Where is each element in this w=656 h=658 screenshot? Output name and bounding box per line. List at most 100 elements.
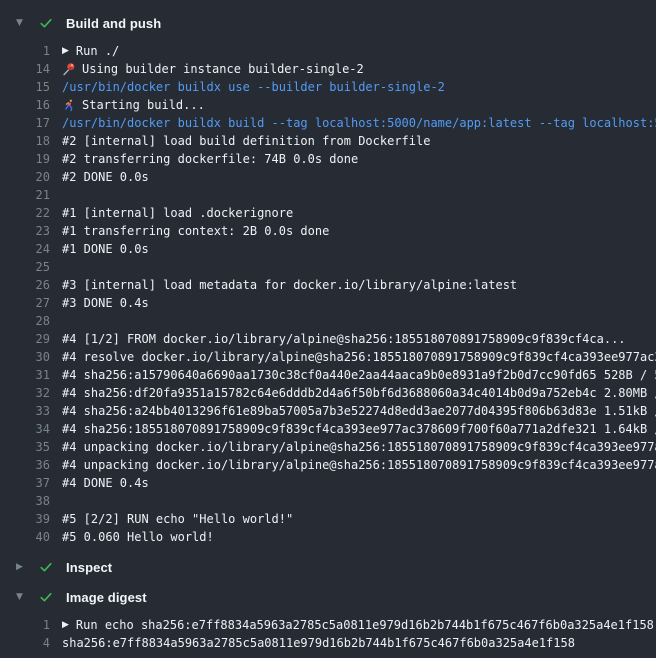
line-content: #2 DONE 0.0s (62, 168, 149, 186)
runner-icon (62, 98, 76, 112)
line-number[interactable]: 31 (0, 366, 50, 384)
line-number[interactable]: 34 (0, 420, 50, 438)
line-content: #4 sha256:a24bb4013296f61e89ba57005a7b3e… (62, 402, 656, 420)
line-number[interactable]: 4 (0, 634, 50, 652)
line-content: #5 0.060 Hello world! (62, 528, 214, 546)
chevron-right-icon[interactable]: ▶ (16, 563, 30, 572)
line-number[interactable]: 1 (0, 42, 50, 60)
line-content: #3 DONE 0.4s (62, 294, 149, 312)
line-number[interactable]: 36 (0, 456, 50, 474)
log-line: 29 #4 [1/2] FROM docker.io/library/alpine… (0, 330, 656, 348)
line-text: #4 sha256:a24bb4013296f61e89ba57005a7b3e… (62, 402, 656, 420)
line-text: Run ./ (76, 42, 119, 60)
expand-group-icon[interactable]: ▶ (62, 621, 69, 630)
line-number[interactable]: 14 (0, 60, 50, 78)
line-number[interactable]: 22 (0, 204, 50, 222)
chevron-down-icon[interactable]: ▼ (16, 593, 30, 602)
log-line: 1 ▶ Run echo sha256:e7ff8834a5963a2785c5a0… (0, 616, 656, 634)
line-number[interactable]: 23 (0, 222, 50, 240)
line-content: #4 sha256:185518070891758909c9f839cf4ca3… (62, 420, 656, 438)
line-content: #4 unpacking docker.io/library/alpine@sh… (62, 456, 656, 474)
line-number[interactable]: 32 (0, 384, 50, 402)
line-number[interactable]: 29 (0, 330, 50, 348)
log-line: 37 #4 DONE 0.4s (0, 474, 656, 492)
line-content: #4 sha256:a15790640a6690aa1730c38cf0a440… (62, 366, 656, 384)
line-number[interactable]: 28 (0, 312, 50, 330)
line-number[interactable]: 16 (0, 96, 50, 114)
line-number[interactable]: 30 (0, 348, 50, 366)
log-section-inspect: ▶Inspect (0, 552, 656, 582)
line-number[interactable]: 19 (0, 150, 50, 168)
line-content: Using builder instance builder-single-2 (62, 60, 364, 78)
line-number[interactable]: 33 (0, 402, 50, 420)
line-content: #4 DONE 0.4s (62, 474, 149, 492)
log-line: 36 #4 unpacking docker.io/library/alpine@… (0, 456, 656, 474)
workflow-log-viewer: ▼Build and push1▶Run ./14Using builder i… (0, 0, 656, 658)
line-text: #2 [internal] load build definition from… (62, 132, 430, 150)
line-number[interactable]: 20 (0, 168, 50, 186)
line-text: #3 DONE 0.4s (62, 294, 149, 312)
line-number[interactable]: 39 (0, 510, 50, 528)
chevron-down-icon[interactable]: ▼ (16, 19, 30, 28)
line-content: ▶ Run ./ (62, 42, 119, 60)
log-line: 35#4 unpacking docker.io/library/alpine@… (0, 438, 656, 456)
success-check-icon (38, 559, 54, 575)
line-text: #3 [internal] load metadata for docker.i… (62, 276, 517, 294)
line-number[interactable]: 21 (0, 186, 50, 204)
line-content: #3 [internal] load metadata for docker.i… (62, 276, 517, 294)
success-check-icon (38, 589, 54, 605)
line-text: #4 [1/2] FROM docker.io/library/alpine@s… (62, 330, 626, 348)
section-lines: 1 ▶ Run ./ 14 Using builder instance builder… (0, 38, 656, 552)
log-line: 32#4 sha256:df20fa9351a15782c64e6dddb2d4… (0, 384, 656, 402)
log-line: 34 #4 sha256:185518070891758909c9f839cf4c… (0, 420, 656, 438)
line-number[interactable]: 37 (0, 474, 50, 492)
log-line: 30 #4 resolve docker.io/library/alpine@sh… (0, 348, 656, 366)
log-line: 14 Using builder instance builder-single-… (0, 60, 656, 78)
line-number[interactable]: 38 (0, 492, 50, 510)
log-line: 1 ▶ Run ./ (0, 42, 656, 60)
log-line: 17/usr/bin/docker buildx build --tag loc… (0, 114, 656, 132)
line-content: #1 [internal] load .dockerignore (62, 204, 293, 222)
log-section-build-and-push: ▼ Build and push 1 ▶ Run ./ 14 Using builder i… (0, 8, 656, 552)
line-number[interactable]: 1 (0, 616, 50, 634)
line-text: Starting build... (82, 96, 205, 114)
line-text: Run echo sha256:e7ff8834a5963a2785c5a081… (76, 616, 654, 634)
line-number[interactable]: 27 (0, 294, 50, 312)
log-line: 20 #2 DONE 0.0s (0, 168, 656, 186)
log-line: 24 #1 DONE 0.0s (0, 240, 656, 258)
line-text: #4 sha256:a15790640a6690aa1730c38cf0a440… (62, 366, 656, 384)
line-content: #4 [1/2] FROM docker.io/library/alpine@s… (62, 330, 626, 348)
line-content: #5 [2/2] RUN echo "Hello world!" (62, 510, 293, 528)
line-text: #2 DONE 0.0s (62, 168, 149, 186)
section-title: Build and push (66, 16, 161, 31)
line-number[interactable]: 18 (0, 132, 50, 150)
section-title: Image digest (66, 590, 147, 605)
line-content: #2 [internal] load build definition from… (62, 132, 430, 150)
line-number[interactable]: 17 (0, 114, 50, 132)
line-content: #1 DONE 0.0s (62, 240, 149, 258)
pin-icon (62, 62, 76, 76)
section-header-inspect[interactable]: ▶Inspect (0, 552, 656, 582)
line-text: /usr/bin/docker buildx build --tag local… (62, 114, 656, 132)
line-number[interactable]: 26 (0, 276, 50, 294)
section-header-image-digest[interactable]: ▼ Image digest (0, 582, 656, 612)
line-text: #4 resolve docker.io/library/alpine@sha2… (62, 348, 656, 366)
line-number[interactable]: 40 (0, 528, 50, 546)
line-number[interactable]: 35 (0, 438, 50, 456)
log-line: 38 (0, 492, 656, 510)
log-line: 31 #4 sha256:a15790640a6690aa1730c38cf0a4… (0, 366, 656, 384)
log-line: 40 #5 0.060 Hello world! (0, 528, 656, 546)
log-line: 26 #3 [internal] load metadata for docker… (0, 276, 656, 294)
line-text: sha256:e7ff8834a5963a2785c5a0811e979d16b… (62, 634, 575, 652)
line-number[interactable]: 15 (0, 78, 50, 96)
expand-group-icon[interactable]: ▶ (62, 47, 69, 56)
log-line: 25 (0, 258, 656, 276)
line-number[interactable]: 24 (0, 240, 50, 258)
line-content: #2 transferring dockerfile: 74B 0.0s don… (62, 150, 358, 168)
log-line: 33 #4 sha256:a24bb4013296f61e89ba57005a7b… (0, 402, 656, 420)
line-number[interactable]: 25 (0, 258, 50, 276)
section-header-build-and-push[interactable]: ▼ Build and push (0, 8, 656, 38)
log-line: 16 Starting build... (0, 96, 656, 114)
section-lines: 1 ▶ Run echo sha256:e7ff8834a5963a2785c5a0… (0, 612, 656, 658)
line-text: #4 DONE 0.4s (62, 474, 149, 492)
